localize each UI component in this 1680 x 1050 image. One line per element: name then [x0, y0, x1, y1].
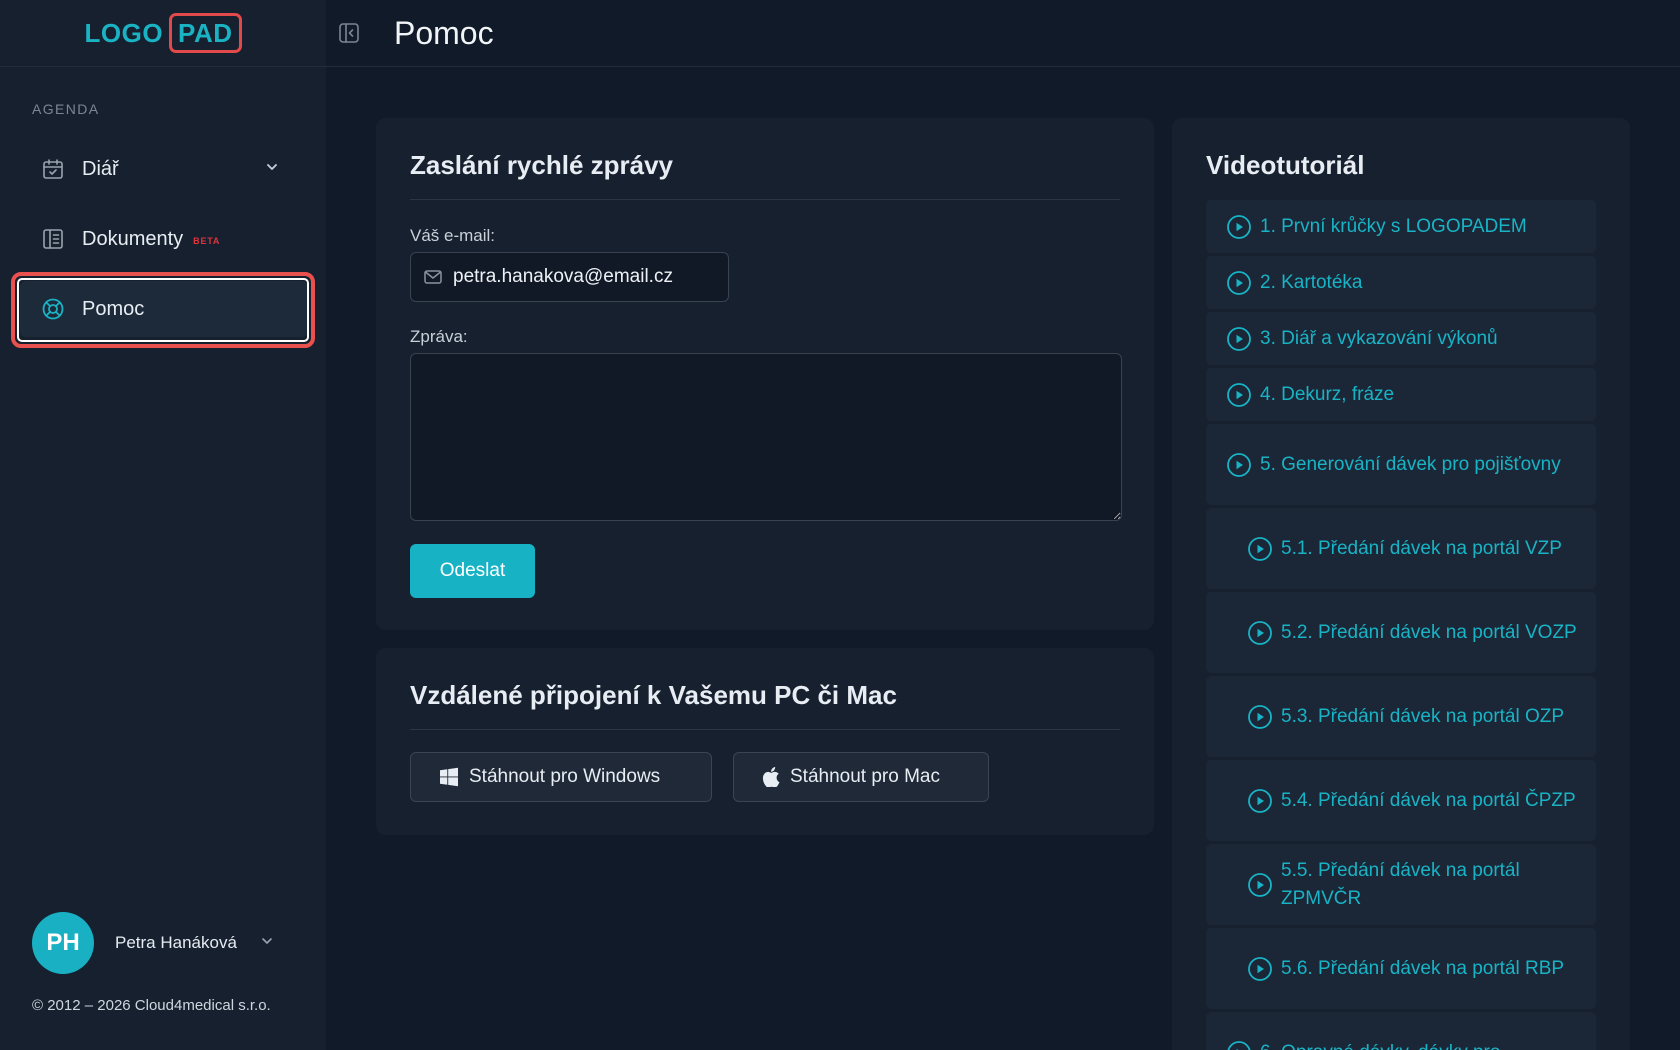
windows-icon [439, 767, 459, 787]
quick-message-title: Zaslání rychlé zprávy [410, 150, 674, 180]
video-item-label: 3. Diář a vykazování výkonů [1260, 327, 1498, 349]
sidebar-item-label: Diář [82, 157, 119, 180]
video-item-label: 5.3. Předání dávek na portál OZP [1281, 705, 1565, 727]
mail-icon [423, 267, 443, 287]
video-item[interactable]: 5.6. Předání dávek na portál RBP [1206, 928, 1596, 1009]
video-item[interactable]: 3. Diář a vykazování výkonů [1206, 312, 1596, 365]
user-name: Petra Hanáková [115, 933, 237, 952]
logo-text-part1: LOGO [84, 17, 164, 48]
message-textarea[interactable] [410, 353, 1122, 521]
video-item[interactable]: 5.3. Předání dávek na portál OZP [1206, 676, 1596, 757]
video-list: 1. První krůčky s LOGOPADEM 2. Kartotéka… [1206, 200, 1596, 1050]
play-circle-icon [1247, 872, 1273, 907]
download-windows-label: Stáhnout pro Windows [469, 766, 661, 787]
calendar-check-icon [40, 156, 66, 182]
chevron-down-icon[interactable] [264, 159, 280, 180]
logo-area: LOGO PAD [0, 0, 326, 67]
remote-connection-title: Vzdálené připojení k Vašemu PC či Mac [410, 680, 897, 710]
logo[interactable]: LOGO PAD [84, 13, 242, 53]
logo-text-part2: PAD [169, 13, 242, 53]
send-button[interactable]: Odeslat [410, 544, 535, 598]
play-circle-icon [1247, 704, 1273, 739]
play-circle-icon [1247, 536, 1273, 571]
sidebar-item-dokumenty[interactable]: Dokumenty BETA [20, 211, 308, 267]
video-tutorials-card: Videotutoriál 1. První krůčky s LOGOPADE… [1172, 118, 1630, 1050]
video-item-label: 5.2. Předání dávek na portál VOZP [1281, 621, 1577, 643]
email-field[interactable] [410, 252, 729, 302]
topbar: Pomoc [326, 0, 1680, 67]
sidebar-item-label: Pomoc [82, 297, 145, 320]
video-item-label: 5.5. Předání dávek na portál ZPMVČR [1281, 859, 1520, 909]
play-circle-icon [1226, 382, 1252, 417]
lifebuoy-icon [40, 296, 66, 322]
beta-badge: BETA [193, 236, 221, 246]
video-item[interactable]: 6. Opravné dávky, dávky pro [1206, 1012, 1596, 1050]
download-mac-button[interactable]: Stáhnout pro Mac [733, 752, 989, 802]
message-label: Zpráva: [410, 327, 468, 346]
email-input[interactable] [453, 266, 723, 288]
sidebar: LOGO PAD AGENDA Diář Dokumenty BETA Pomo… [0, 0, 326, 1050]
video-item-label: 5. Generování dávek pro pojišťovny [1260, 453, 1561, 475]
video-item[interactable]: 4. Dekurz, fráze [1206, 368, 1596, 421]
section-label-agenda: AGENDA [32, 101, 100, 117]
video-item-label: 2. Kartotéka [1260, 271, 1363, 293]
video-tutorials-title: Videotutoriál [1206, 150, 1365, 180]
user-menu[interactable]: PH Petra Hanáková [32, 912, 275, 974]
divider [410, 729, 1120, 730]
video-item[interactable]: 1. První krůčky s LOGOPADEM [1206, 200, 1596, 253]
play-circle-icon [1226, 326, 1252, 361]
video-item[interactable]: 5.5. Předání dávek na portál ZPMVČR [1206, 844, 1596, 925]
app-root: LOGO PAD AGENDA Diář Dokumenty BETA Pomo… [0, 0, 1680, 1050]
play-circle-icon [1226, 452, 1252, 487]
video-item[interactable]: 2. Kartotéka [1206, 256, 1596, 309]
sidebar-item-label: Dokumenty [82, 227, 184, 250]
copyright: © 2012 – 2026 Cloud4medical s.r.o. [32, 997, 271, 1014]
video-item[interactable]: 5. Generování dávek pro pojišťovny [1206, 424, 1596, 505]
play-circle-icon [1226, 270, 1252, 305]
download-mac-label: Stáhnout pro Mac [790, 766, 940, 787]
email-label: Váš e-mail: [410, 226, 496, 245]
video-item-label: 5.4. Předání dávek na portál ČPZP [1281, 789, 1576, 811]
chevron-down-icon[interactable] [259, 933, 275, 954]
sidebar-item-pomoc[interactable]: Pomoc [20, 281, 308, 337]
play-circle-icon [1247, 956, 1273, 991]
remote-connection-card: Vzdálené připojení k Vašemu PC či Mac St… [376, 648, 1154, 835]
divider [410, 199, 1120, 200]
download-windows-button[interactable]: Stáhnout pro Windows [410, 752, 712, 802]
video-item-label: 4. Dekurz, fráze [1260, 383, 1395, 405]
video-item-label: 5.6. Předání dávek na portál RBP [1281, 957, 1565, 979]
play-circle-icon [1247, 620, 1273, 655]
video-item[interactable]: 5.1. Předání dávek na portál VZP [1206, 508, 1596, 589]
play-circle-icon [1247, 788, 1273, 823]
video-item-label: 6. Opravné dávky, dávky pro [1260, 1039, 1580, 1050]
sidebar-collapse-icon[interactable] [336, 20, 362, 46]
video-item-label: 5.1. Předání dávek na portál VZP [1281, 537, 1562, 559]
video-item-label: 1. První krůčky s LOGOPADEM [1260, 215, 1527, 237]
apple-icon [762, 767, 780, 787]
play-circle-icon [1226, 1040, 1252, 1050]
play-circle-icon [1226, 214, 1252, 249]
document-list-icon [40, 226, 66, 252]
sidebar-item-diar[interactable]: Diář [20, 141, 308, 197]
avatar: PH [32, 912, 94, 974]
video-item[interactable]: 5.2. Předání dávek na portál VOZP [1206, 592, 1596, 673]
video-item[interactable]: 5.4. Předání dávek na portál ČPZP [1206, 760, 1596, 841]
quick-message-card: Zaslání rychlé zprávy Váš e-mail: Zpráva… [376, 118, 1154, 630]
page-title: Pomoc [394, 14, 494, 51]
